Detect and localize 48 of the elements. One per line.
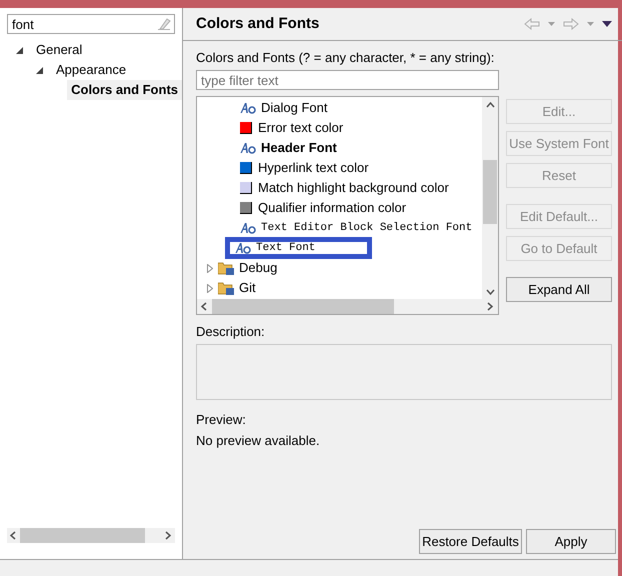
- forward-arrow-icon[interactable]: [563, 18, 579, 30]
- menu-icon[interactable]: [602, 21, 612, 27]
- scrollbar-thumb[interactable]: [212, 299, 394, 314]
- dropdown-icon[interactable]: [548, 22, 555, 26]
- description-label: Description:: [196, 323, 266, 341]
- tree-item[interactable]: Appearance: [52, 60, 130, 80]
- tree-item[interactable]: Git: [239, 278, 256, 298]
- scroll-right-icon[interactable]: [164, 531, 173, 540]
- preview-text: No preview available.: [196, 432, 321, 450]
- tree-item[interactable]: Text Font: [256, 240, 316, 256]
- font-icon: [240, 222, 256, 234]
- preview-label: Preview:: [196, 411, 247, 429]
- footer-button[interactable]: Apply: [526, 529, 616, 554]
- tree-item[interactable]: Match highlight background color: [258, 178, 449, 198]
- scrollbar-thumb[interactable]: [20, 528, 145, 543]
- footer-button[interactable]: Restore Defaults: [419, 529, 522, 554]
- tree-item[interactable]: Error text color: [258, 118, 344, 138]
- tree-item[interactable]: General: [32, 40, 86, 60]
- scrollbar-thumb[interactable]: [483, 160, 497, 224]
- font-icon: [240, 142, 256, 154]
- expanded-arrow-icon[interactable]: [16, 46, 23, 54]
- tree-item[interactable]: Dialog Font: [261, 98, 328, 118]
- collapsed-arrow-icon[interactable]: [207, 264, 213, 272]
- filter-field[interactable]: type filter text: [196, 70, 499, 90]
- tree-item[interactable]: Debug: [239, 258, 278, 278]
- tree-item[interactable]: Header Font: [261, 138, 337, 158]
- scroll-down-icon[interactable]: [486, 288, 494, 296]
- page-title: Colors and Fonts: [196, 14, 320, 34]
- filter-label: Colors and Fonts (? = any character, * = any string):: [196, 49, 496, 67]
- expanded-arrow-icon[interactable]: [36, 66, 43, 74]
- font-icon: [235, 242, 251, 254]
- folder-icon: [218, 281, 234, 295]
- font-icon: [240, 102, 256, 114]
- scroll-left-icon[interactable]: [200, 302, 209, 311]
- scroll-right-icon[interactable]: [486, 302, 495, 311]
- search-field[interactable]: font: [7, 14, 175, 34]
- folder-icon: [218, 261, 234, 275]
- eraser-icon[interactable]: [157, 18, 171, 30]
- tree-item[interactable]: Qualifier information color: [258, 198, 406, 218]
- tree-item[interactable]: Hyperlink text color: [258, 158, 369, 178]
- dropdown-icon[interactable]: [587, 22, 594, 26]
- back-arrow-icon[interactable]: [524, 18, 540, 30]
- tree-item[interactable]: Colors and Fonts: [67, 80, 182, 100]
- scroll-up-icon[interactable]: [486, 100, 494, 110]
- collapsed-arrow-icon[interactable]: [207, 284, 213, 292]
- side-button[interactable]: Expand All: [506, 277, 612, 302]
- scroll-left-icon[interactable]: [9, 531, 18, 540]
- tree-item[interactable]: Text Editor Block Selection Font: [261, 220, 472, 236]
